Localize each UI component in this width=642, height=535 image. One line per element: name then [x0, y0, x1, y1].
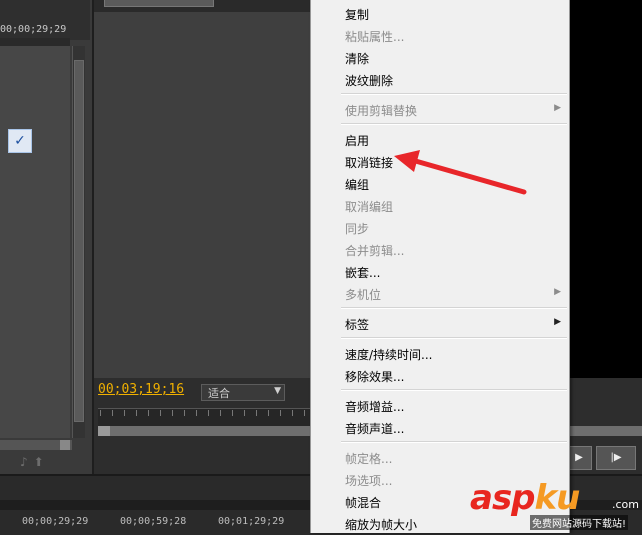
program-ruler-ticks	[100, 410, 310, 416]
source-viewer	[0, 46, 70, 438]
menu-item-audio-channels[interactable]: 音频声道...	[311, 417, 569, 439]
menu-separator	[341, 441, 567, 443]
step-forward-button[interactable]: |▶	[596, 446, 636, 470]
submenu-arrow-icon: ▶	[554, 287, 561, 297]
checkmark-icon: ✓	[8, 129, 32, 153]
program-zoom-scrollbar[interactable]	[98, 426, 310, 436]
menu-item-enable[interactable]: 启用	[311, 129, 569, 151]
menu-separator	[341, 93, 567, 95]
menu-separator	[341, 389, 567, 391]
submenu-arrow-icon: ▶	[554, 103, 561, 113]
program-timecode[interactable]: 00;03;19;16	[98, 382, 184, 397]
menu-item-nest[interactable]: 嵌套...	[311, 261, 569, 283]
menu-item-frame-hold: 帧定格...	[345, 452, 393, 466]
program-panel-tab[interactable]	[104, 0, 214, 7]
menu-item-replace-with-clip: 使用剪辑替换 ▶	[345, 103, 561, 118]
watermark-logo: aspku	[470, 478, 580, 518]
chevron-down-icon: ▼	[274, 386, 281, 396]
source-timecode: 00;00;29;29	[0, 24, 67, 35]
program-viewer	[94, 12, 310, 378]
menu-item-ripple-delete[interactable]: 波纹删除	[311, 69, 569, 91]
timeline-tick-label: 00;01;29;29	[218, 516, 285, 527]
menu-item-audio-gain[interactable]: 音频增益...	[311, 395, 569, 417]
menu-separator	[341, 123, 567, 125]
menu-item-remove-effects[interactable]: 移除效果...	[311, 365, 569, 387]
menu-separator	[341, 337, 567, 339]
annotation-arrow	[394, 150, 527, 195]
menu-separator	[341, 307, 567, 309]
right-zoom-scrollbar[interactable]	[568, 426, 642, 436]
menu-item-multi-camera: 多机位 ▶	[345, 287, 561, 302]
source-toolbar: ♪ ⬆	[20, 455, 50, 469]
menu-item-speed-duration[interactable]: 速度/持续时间...	[311, 343, 569, 365]
timeline-tick-label: 00;00;29;29	[22, 516, 89, 527]
source-scroll-handle[interactable]	[60, 440, 70, 450]
watermark-domain: .com	[612, 498, 639, 511]
menu-item-paste-attributes: 粘贴属性...	[345, 30, 405, 44]
submenu-arrow-icon: ▶	[554, 317, 561, 327]
program-zoom-handle[interactable]	[98, 426, 110, 436]
watermark: aspku .com 免费网站源码下载站!	[470, 478, 642, 533]
fit-zoom-value: 适合	[208, 387, 230, 400]
export-frame-icon[interactable]: ⬆	[34, 455, 44, 469]
watermark-tagline: 免费网站源码下载站!	[530, 515, 629, 530]
menu-item-merge-clips: 合并剪辑...	[345, 244, 405, 258]
menu-item-synchronize: 同步	[345, 222, 370, 236]
menu-item-copy[interactable]: 复制	[311, 3, 569, 25]
source-scrollbar-thumb[interactable]	[74, 60, 84, 422]
audio-scrub-icon[interactable]: ♪	[20, 455, 28, 469]
menu-item-label[interactable]: 标签 ▶	[311, 313, 569, 335]
context-menu: 复制 粘贴属性... 清除 波纹删除 使用剪辑替换 ▶ 启用 取消链接 编组 取消…	[310, 0, 570, 533]
menu-item-clear[interactable]: 清除	[311, 47, 569, 69]
fit-zoom-select[interactable]: 适合 ▼	[201, 384, 285, 401]
timeline-tick-label: 00;00;59;28	[120, 516, 187, 527]
